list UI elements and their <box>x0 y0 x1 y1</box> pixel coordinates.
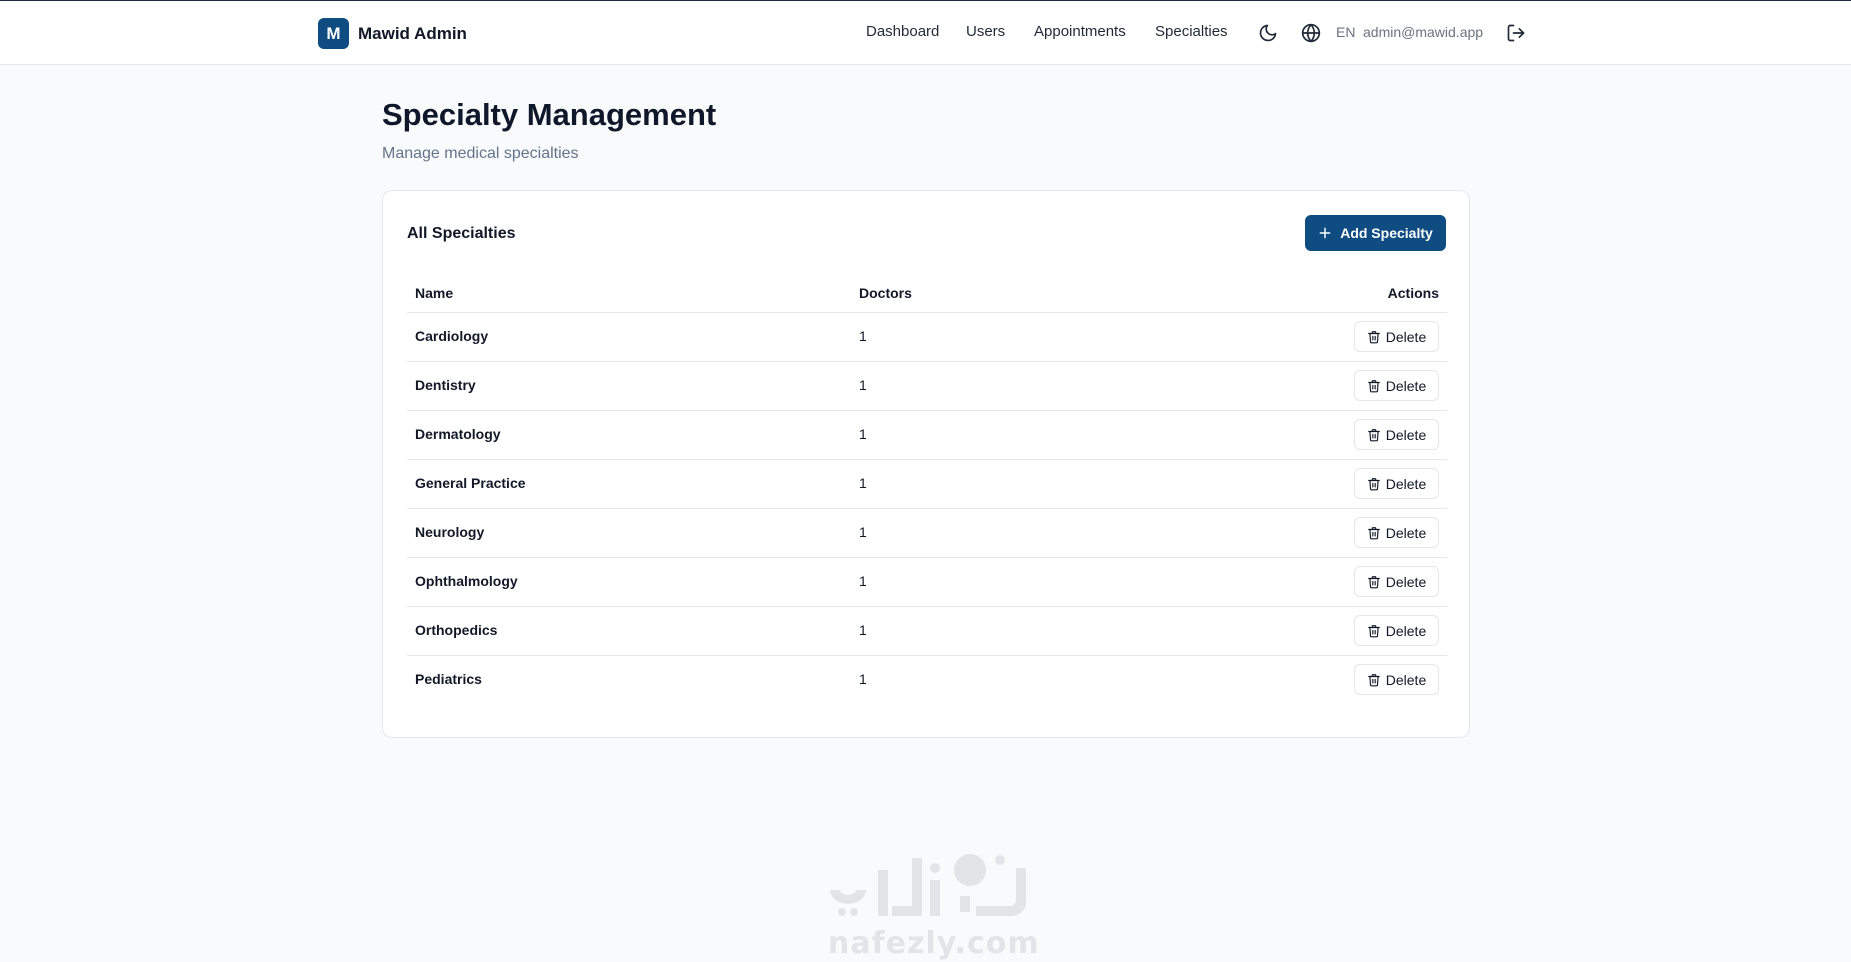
table-header: Name Doctors Actions <box>407 277 1447 313</box>
column-actions-header: Actions <box>1387 285 1439 301</box>
doctor-count: 1 <box>859 328 867 344</box>
specialty-name: Neurology <box>415 524 485 540</box>
moon-icon[interactable] <box>1258 23 1278 43</box>
doctor-count: 1 <box>859 377 867 393</box>
page-subtitle: Manage medical specialties <box>382 145 579 162</box>
brand-name: Mawid Admin <box>358 23 467 43</box>
column-name-header: Name <box>415 285 454 301</box>
watermark-logo <box>830 854 1026 916</box>
user-email: admin@mawid.app <box>1363 24 1484 40</box>
delete-button[interactable]: Delete <box>1354 468 1439 499</box>
specialty-name: General Practice <box>415 475 526 491</box>
nav-appointments[interactable]: Appointments <box>1034 23 1126 40</box>
table-row: Cardiology 1 Delete <box>407 313 1447 362</box>
specialty-name: Ophthalmology <box>415 573 518 589</box>
trash-icon <box>1367 575 1380 588</box>
column-doctors-header: Doctors <box>859 285 912 301</box>
delete-label: Delete <box>1385 671 1427 688</box>
specialty-name: Pediatrics <box>415 671 482 687</box>
top-navbar: M Mawid Admin Dashboard Users Appointmen… <box>0 0 1851 65</box>
delete-button[interactable]: Delete <box>1354 321 1439 352</box>
brand[interactable]: M Mawid Admin <box>318 18 467 49</box>
delete-button[interactable]: Delete <box>1354 664 1439 695</box>
delete-label: Delete <box>1385 622 1427 639</box>
doctor-count: 1 <box>859 426 867 442</box>
delete-button[interactable]: Delete <box>1354 370 1439 401</box>
trash-icon <box>1367 624 1380 637</box>
delete-button[interactable]: Delete <box>1354 517 1439 548</box>
nav-specialties[interactable]: Specialties <box>1155 23 1228 40</box>
delete-label: Delete <box>1385 328 1427 345</box>
plus-icon <box>1319 227 1331 239</box>
nafezly-watermark: nafezly.com <box>820 850 1039 961</box>
trash-icon <box>1367 428 1380 441</box>
delete-button[interactable]: Delete <box>1354 615 1439 646</box>
specialties-table-body: Cardiology 1 Delete Dentistry 1 Delete Dermato… <box>407 313 1447 705</box>
globe-icon[interactable] <box>1301 23 1321 43</box>
doctor-count: 1 <box>859 475 867 491</box>
language-code[interactable]: EN <box>1336 24 1355 40</box>
doctor-count: 1 <box>859 622 867 638</box>
nav-dashboard[interactable]: Dashboard <box>866 23 939 40</box>
table-row: Dermatology 1 Delete <box>407 411 1447 460</box>
specialty-name: Dentistry <box>415 377 476 393</box>
add-specialty-button[interactable]: Add Specialty <box>1305 215 1446 251</box>
specialty-name: Cardiology <box>415 328 489 344</box>
trash-icon <box>1367 379 1380 392</box>
trash-icon <box>1367 526 1380 539</box>
specialty-name: Orthopedics <box>415 622 498 638</box>
table-row: Ophthalmology 1 Delete <box>407 558 1447 607</box>
doctor-count: 1 <box>859 573 867 589</box>
specialties-card: All Specialties Add Specialty Name Docto… <box>382 190 1470 738</box>
page-title: Specialty Management <box>382 97 717 132</box>
delete-button[interactable]: Delete <box>1354 419 1439 450</box>
table-row: General Practice 1 Delete <box>407 460 1447 509</box>
table-row: Orthopedics 1 Delete <box>407 607 1447 656</box>
trash-icon <box>1367 673 1380 686</box>
delete-label: Delete <box>1385 377 1427 394</box>
trash-icon <box>1367 477 1380 490</box>
brand-logo: M <box>318 18 349 49</box>
watermark-text: nafezly.com <box>828 926 1040 961</box>
doctor-count: 1 <box>859 671 867 687</box>
delete-label: Delete <box>1385 573 1427 590</box>
table-row: Dentistry 1 Delete <box>407 362 1447 411</box>
specialty-name: Dermatology <box>415 426 501 442</box>
table-row: Pediatrics 1 Delete <box>407 656 1447 705</box>
logout-icon[interactable] <box>1506 23 1526 43</box>
delete-label: Delete <box>1385 524 1427 541</box>
nav-users[interactable]: Users <box>966 23 1005 40</box>
trash-icon <box>1367 330 1380 343</box>
table-row: Neurology 1 Delete <box>407 509 1447 558</box>
card-title: All Specialties <box>407 225 516 242</box>
delete-label: Delete <box>1385 426 1427 443</box>
delete-label: Delete <box>1385 475 1427 492</box>
delete-button[interactable]: Delete <box>1354 566 1439 597</box>
add-specialty-label: Add Specialty <box>1340 225 1433 241</box>
doctor-count: 1 <box>859 524 867 540</box>
